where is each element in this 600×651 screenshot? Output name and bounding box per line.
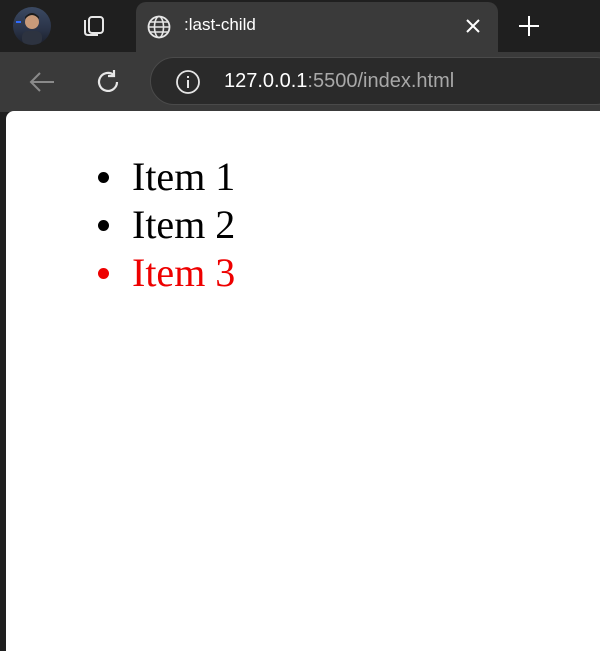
tab-title: :last-child xyxy=(184,15,256,34)
tab-strip: :last-child xyxy=(0,0,600,52)
list-item-label: Item 1 xyxy=(132,154,236,199)
close-icon[interactable] xyxy=(460,13,486,39)
list-item-label: Item 3 xyxy=(132,250,236,295)
list-item: Item 1 xyxy=(98,153,235,201)
profile-avatar[interactable] xyxy=(13,7,51,45)
globe-icon xyxy=(146,14,172,40)
url-text: 127.0.0.1:5500/index.html xyxy=(224,70,454,93)
item-list: Item 1 Item 2 Item 3 xyxy=(98,153,235,297)
url-path: :5500/index.html xyxy=(307,70,455,92)
page-viewport: Item 1 Item 2 Item 3 xyxy=(6,111,600,651)
list-item: Item 2 xyxy=(98,201,235,249)
list-item-label: Item 2 xyxy=(132,202,236,247)
back-arrow-icon[interactable] xyxy=(26,66,58,98)
bullet xyxy=(98,171,109,183)
bullet xyxy=(98,267,109,279)
reload-icon[interactable] xyxy=(92,66,124,98)
url-host: 127.0.0.1 xyxy=(224,70,308,92)
address-bar[interactable]: 127.0.0.1:5500/index.html xyxy=(150,57,600,105)
active-tab[interactable]: :last-child xyxy=(136,2,498,52)
tab-actions-icon[interactable] xyxy=(78,12,108,40)
list-item-last-child: Item 3 xyxy=(98,249,235,297)
toolbar: 127.0.0.1:5500/index.html xyxy=(0,52,600,112)
info-icon[interactable] xyxy=(175,69,201,95)
bullet xyxy=(98,219,109,231)
plus-icon[interactable] xyxy=(514,11,544,41)
